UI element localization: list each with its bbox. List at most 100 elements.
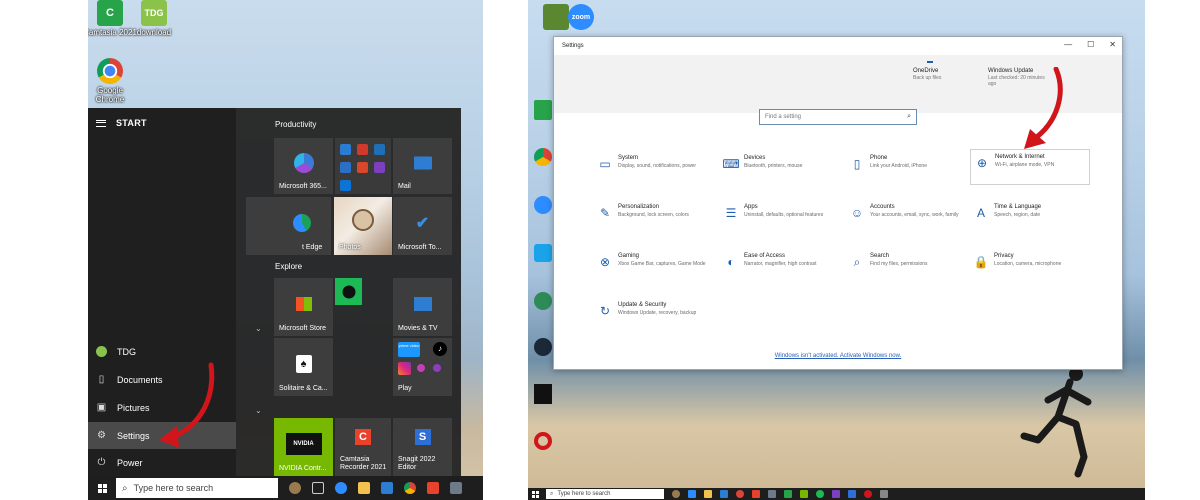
tile-microsoft-365[interactable]: Microsoft 365... <box>274 138 333 194</box>
tile-snagit-editor[interactable]: S Snagit 2022 Editor <box>393 418 452 476</box>
film-icon <box>413 296 432 311</box>
edge-taskbar-icon[interactable] <box>688 490 696 498</box>
sync-icon: ↻ <box>599 304 611 318</box>
hamburger-icon[interactable] <box>96 119 106 127</box>
tile-microsoft-todo[interactable]: ✔ Microsoft To... <box>393 197 452 255</box>
mail-taskbar-icon[interactable] <box>720 490 728 498</box>
microsoft-365-icon <box>293 152 314 173</box>
maximize-button[interactable]: ☐ <box>1087 40 1094 49</box>
close-button[interactable]: ✕ <box>1109 40 1116 49</box>
settings-taskbar-icon[interactable] <box>880 490 888 498</box>
edge-taskbar-icon[interactable] <box>335 482 347 494</box>
category-personalization[interactable]: ✎ Personalization Background, lock scree… <box>594 200 714 236</box>
chrome-taskbar-icon[interactable] <box>404 482 416 494</box>
app-desktop-icon[interactable] <box>534 244 552 262</box>
minimize-button[interactable]: — <box>1064 40 1072 49</box>
tile-play-group[interactable]: prime video ♪ Play <box>393 338 452 396</box>
windows-start-button[interactable] <box>88 476 116 500</box>
windows-start-button[interactable] <box>528 488 542 500</box>
app-icon <box>417 364 425 372</box>
dog-widget-icon[interactable] <box>672 490 680 498</box>
edge-desktop-icon[interactable] <box>534 196 552 214</box>
tile-spotify[interactable] <box>335 278 362 305</box>
app-taskbar-icon[interactable] <box>832 490 840 498</box>
group-title-explore: Explore <box>275 262 303 271</box>
instagram-icon <box>398 362 411 375</box>
screenshot-canvas: C Camtasia 2021 TDG download Google Chro… <box>0 0 1200 500</box>
category-ease-of-access[interactable]: ◐ Ease of Access Narrator, magnifier, hi… <box>720 249 840 285</box>
spotify-taskbar-icon[interactable] <box>816 490 824 498</box>
chrome-icon <box>97 58 123 84</box>
category-gaming[interactable]: ⊗ Gaming Xbox Game Bar, captures, Game M… <box>594 249 714 285</box>
office-icon <box>357 162 368 173</box>
tile-photos[interactable]: Photos <box>334 197 392 255</box>
epic-games-desktop-icon[interactable] <box>534 384 552 404</box>
cloud-icon <box>927 61 933 63</box>
apps-list-icon: ☰ <box>725 206 737 220</box>
find-setting-input[interactable]: Find a setting ⌕ <box>759 109 917 125</box>
grammarly-desktop-icon[interactable] <box>534 292 552 310</box>
group-title-productivity: Productivity <box>275 120 317 129</box>
skype-icon <box>340 180 351 191</box>
app-taskbar-icon[interactable] <box>848 490 856 498</box>
search-icon: ⌕ <box>853 254 861 269</box>
person-icon: ☺ <box>850 206 864 220</box>
tile-camtasia-recorder[interactable]: C Camtasia Recorder 2021 <box>335 418 391 476</box>
header-onedrive[interactable]: OneDrive Back up files <box>913 61 941 81</box>
zoom-desktop-icon[interactable]: zoom <box>553 4 609 30</box>
tile-office-apps-group[interactable] <box>335 138 391 194</box>
snagit-taskbar-icon[interactable] <box>752 490 760 498</box>
brush-icon: ✎ <box>599 206 611 220</box>
mail-taskbar-icon[interactable] <box>381 482 393 494</box>
opera-desktop-icon[interactable] <box>534 432 552 450</box>
chevron-down-icon[interactable]: ⌄ <box>255 406 262 415</box>
chrome-desktop-icon[interactable]: Google Chrome <box>88 58 138 104</box>
rail-item-power[interactable]: ⏻ Power <box>88 449 236 476</box>
windows-logo-icon <box>531 490 539 498</box>
taskbar-search-box[interactable]: ⌕ Type here to search <box>116 478 278 498</box>
runner-silhouette <box>1020 367 1092 478</box>
keyboard-icon: ⌨ <box>722 157 740 171</box>
calculator-taskbar-icon[interactable] <box>450 482 462 494</box>
chrome-taskbar-icon[interactable] <box>736 490 744 498</box>
category-time-language[interactable]: A Time & Language Speech, region, date <box>970 200 1090 236</box>
ease-of-access-icon: ◐ <box>727 255 735 269</box>
category-update-security[interactable]: ↻ Update & Security Windows Update, reco… <box>594 298 714 334</box>
file-explorer-icon[interactable] <box>704 490 712 498</box>
nvidia-taskbar-icon[interactable] <box>800 490 808 498</box>
snagit-taskbar-icon[interactable] <box>427 482 439 494</box>
calculator-taskbar-icon[interactable] <box>768 490 776 498</box>
start-header[interactable]: START <box>96 118 147 128</box>
tile-solitaire[interactable]: ♠ Solitaire & Ca... <box>274 338 333 396</box>
category-privacy[interactable]: 🔒 Privacy Location, camera, microphone <box>970 249 1090 285</box>
category-devices[interactable]: ⌨ Devices Bluetooth, printers, mouse <box>720 151 840 187</box>
category-accounts[interactable]: ☺ Accounts Your accounts, email, sync, w… <box>846 200 966 236</box>
dog-widget-icon[interactable] <box>289 482 301 494</box>
tile-mail[interactable]: Mail <box>393 138 452 194</box>
opera-taskbar-icon[interactable] <box>864 490 872 498</box>
search-icon: ⌕ <box>550 490 554 497</box>
category-apps[interactable]: ☰ Apps Uninstall, defaults, optional fea… <box>720 200 840 236</box>
chrome-desktop-icon[interactable] <box>534 148 552 166</box>
taskbar-search-box[interactable]: ⌕ Type here to search <box>546 489 664 499</box>
camtasia-taskbar-icon[interactable] <box>784 490 792 498</box>
task-view-icon[interactable] <box>312 482 324 494</box>
camtasia-desktop-icon[interactable] <box>534 100 552 120</box>
tile-nvidia-control-panel[interactable]: NVIDIA NVIDIA Contr... <box>274 418 333 476</box>
activate-windows-link[interactable]: Windows isn't activated. Activate Window… <box>554 353 1122 359</box>
chevron-down-icon[interactable]: ⌄ <box>255 324 262 333</box>
category-phone[interactable]: ▯ Phone Link your Android, iPhone <box>846 151 966 187</box>
settings-window: Settings — ☐ ✕ OneDrive Back up files Wi… <box>553 36 1123 370</box>
tdg-desktop-icon[interactable]: TDG download <box>126 0 182 37</box>
red-arrow-annotation <box>159 362 215 448</box>
nvidia-icon: NVIDIA <box>285 432 322 455</box>
category-search[interactable]: ⌕ Search Find my files, permissions <box>846 249 966 285</box>
steam-desktop-icon[interactable] <box>534 338 552 356</box>
mail-icon <box>413 156 432 170</box>
tile-movies-tv[interactable]: Movies & TV <box>393 278 452 336</box>
category-system[interactable]: ▭ System Display, sound, notifications, … <box>594 151 714 187</box>
file-explorer-icon[interactable] <box>358 482 370 494</box>
tile-edge[interactable]: t Edge <box>246 197 331 255</box>
phone-icon: ▯ <box>853 157 861 171</box>
tile-microsoft-store[interactable]: Microsoft Store <box>274 278 333 336</box>
